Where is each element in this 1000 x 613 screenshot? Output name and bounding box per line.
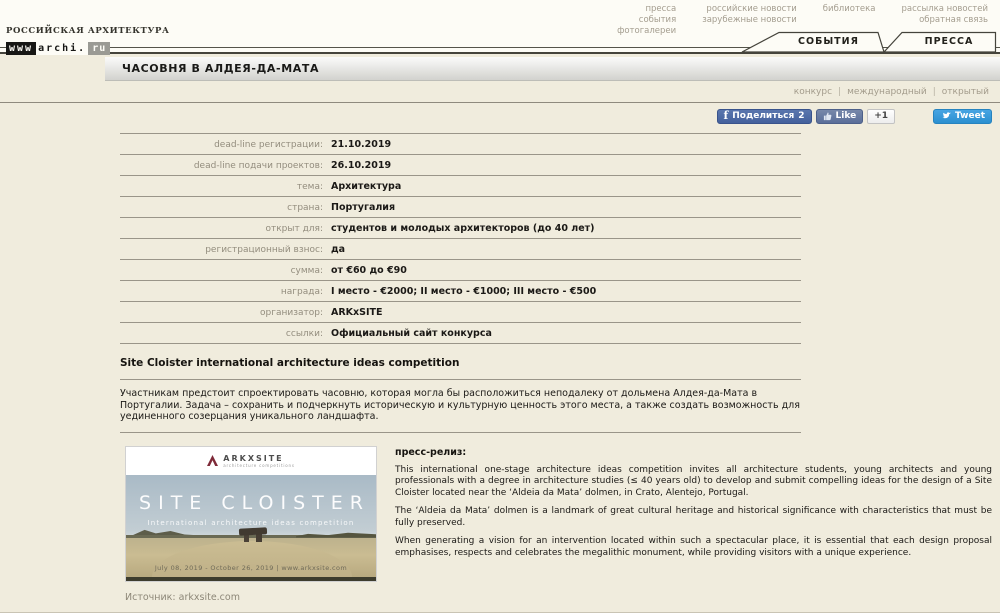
table-row: тема: Архитектура <box>120 175 801 196</box>
table-row: ссылки: Официальный сайт конкурса <box>120 322 801 343</box>
nav-link-feedback[interactable]: обратная связь <box>902 15 989 26</box>
thumbs-up-icon <box>823 112 832 121</box>
competition-poster-image[interactable]: ARKXSITE architecture competitions SITE … <box>125 446 377 582</box>
row-label: dead-line регистрации: <box>120 140 323 150</box>
row-label: организатор: <box>120 308 323 318</box>
article-intro: Участникам предстоит спроектировать часо… <box>120 388 815 423</box>
poster-subtitle: International architecture ideas competi… <box>126 519 376 527</box>
source-line: Источник: arkxsite.com <box>125 592 1000 603</box>
logo-url: www archi. ru <box>6 42 110 55</box>
filter-international[interactable]: международный <box>841 87 933 97</box>
nav-link-library[interactable]: библиотека <box>823 4 876 15</box>
row-label: dead-line подачи проектов: <box>120 161 323 171</box>
plus-one-label: +1 <box>874 111 888 121</box>
filter-konkurs[interactable]: конкурс <box>788 87 838 97</box>
logo-www-box: www <box>6 42 36 55</box>
logo-ru-box: ru <box>88 42 110 55</box>
press-release-paragraph: This international one-stage architectur… <box>395 465 992 500</box>
official-site-link[interactable]: Официальный сайт конкурса <box>331 328 492 339</box>
facebook-icon: f <box>724 111 729 121</box>
bottom-rule <box>0 612 1000 613</box>
poster-logo-name: ARKXSITE <box>223 454 294 463</box>
press-release: пресс-релиз: This international one-stag… <box>395 446 992 582</box>
facebook-share-count: 2 <box>798 111 804 121</box>
press-release-paragraph: The ‘Aldeia da Mata’ dolmen is a landmar… <box>395 506 992 529</box>
row-value: I место - €2000; II место - €1000; III м… <box>331 286 596 297</box>
row-value: студентов и молодых архитекторов (до 40 … <box>331 223 595 234</box>
table-row: регистрационный взнос: да <box>120 238 801 259</box>
nav-link-foreign-news[interactable]: зарубежные новости <box>702 15 797 26</box>
page-title: ЧАСОВНЯ В АЛДЕЯ-ДА-МАТА <box>122 62 319 75</box>
tab-press[interactable]: ПРЕССА <box>902 36 996 47</box>
table-row: страна: Португалия <box>120 196 801 217</box>
google-plus-one-button[interactable]: +1 <box>867 109 895 124</box>
tab-events[interactable]: СОБЫТИЯ <box>779 36 878 47</box>
page-title-bar: ЧАСОВНЯ В АЛДЕЯ-ДА-МАТА <box>105 57 1000 81</box>
press-release-label: пресс-релиз: <box>395 447 992 458</box>
table-row: организатор: ARKxSITE <box>120 301 801 322</box>
article-heading: Site Cloister international architecture… <box>120 357 1000 369</box>
logo-archi-text: archi. <box>36 42 88 55</box>
row-label: награда: <box>120 287 323 297</box>
filter-links: конкурс|международный|открытый <box>0 81 1000 102</box>
tweet-button[interactable]: Tweet <box>933 109 992 124</box>
row-value: Архитектура <box>331 181 401 192</box>
site-header: пресса события фотогалереи российские но… <box>0 0 1000 54</box>
dolmen-capstone <box>239 527 267 535</box>
row-value: да <box>331 244 345 255</box>
row-value: 21.10.2019 <box>331 139 391 150</box>
nav-link-sobytiya[interactable]: события <box>617 15 676 26</box>
divider <box>120 379 801 380</box>
table-row: dead-line регистрации: 21.10.2019 <box>120 133 801 154</box>
row-label: регистрационный взнос: <box>120 245 323 255</box>
row-label: сумма: <box>120 266 323 276</box>
poster-dates: July 08, 2019 - October 26, 2019 | www.a… <box>126 564 376 572</box>
table-row: сумма: от €60 до €90 <box>120 259 801 280</box>
nav-link-pressa[interactable]: пресса <box>617 4 676 15</box>
competition-details-table: dead-line регистрации: 21.10.2019 dead-l… <box>120 133 801 344</box>
poster-bottom-strip <box>126 577 376 581</box>
source-link[interactable]: arkxsite.com <box>179 592 240 603</box>
source-label: Источник: <box>125 592 176 603</box>
logo-tagline: РОССИЙСКАЯ АРХИТЕКТУРА <box>6 26 169 36</box>
article-body: ARKXSITE architecture competitions SITE … <box>0 446 1000 582</box>
poster-logo-text: ARKXSITE architecture competitions <box>223 454 294 468</box>
topnav-column-1: пресса события фотогалереи <box>617 4 676 37</box>
divider <box>120 432 801 433</box>
row-label: ссылки: <box>120 329 323 339</box>
nav-link-newsletter[interactable]: рассылка новостей <box>902 4 989 15</box>
tweet-label: Tweet <box>955 111 985 121</box>
row-label: тема: <box>120 182 323 192</box>
like-button[interactable]: Like <box>816 109 864 124</box>
poster-logo-subtext: architecture competitions <box>223 463 294 468</box>
arkxsite-logo-icon <box>207 455 218 466</box>
row-value: 26.10.2019 <box>331 160 391 171</box>
table-row: открыт для: студентов и молодых архитект… <box>120 217 801 238</box>
nav-link-fotogalerei[interactable]: фотогалереи <box>617 26 676 37</box>
filter-open[interactable]: открытый <box>936 87 995 97</box>
facebook-share-label: Поделиться <box>732 111 794 121</box>
poster-title: SITE CLOISTER <box>126 492 376 514</box>
press-release-paragraph: When generating a vision for an interven… <box>395 536 992 559</box>
content-top-rule <box>0 102 1000 103</box>
row-label: страна: <box>120 203 323 213</box>
facebook-share-button[interactable]: f Поделиться 2 <box>717 109 812 124</box>
row-value: ARKxSITE <box>331 307 383 318</box>
twitter-bird-icon <box>940 112 951 121</box>
row-value: Португалия <box>331 202 395 213</box>
table-row: награда: I место - €2000; II место - €10… <box>120 280 801 301</box>
table-row: dead-line подачи проектов: 26.10.2019 <box>120 154 801 175</box>
social-buttons: f Поделиться 2 Like +1 Tweet <box>0 108 992 124</box>
like-label: Like <box>836 111 857 121</box>
poster-photo: SITE CLOISTER International architecture… <box>126 475 376 581</box>
nav-link-russian-news[interactable]: российские новости <box>702 4 797 15</box>
poster-header-band: ARKXSITE architecture competitions <box>126 447 376 475</box>
row-label: открыт для: <box>120 224 323 234</box>
site-logo[interactable]: РОССИЙСКАЯ АРХИТЕКТУРА www archi. ru <box>6 26 169 55</box>
row-value: от €60 до €90 <box>331 265 407 276</box>
